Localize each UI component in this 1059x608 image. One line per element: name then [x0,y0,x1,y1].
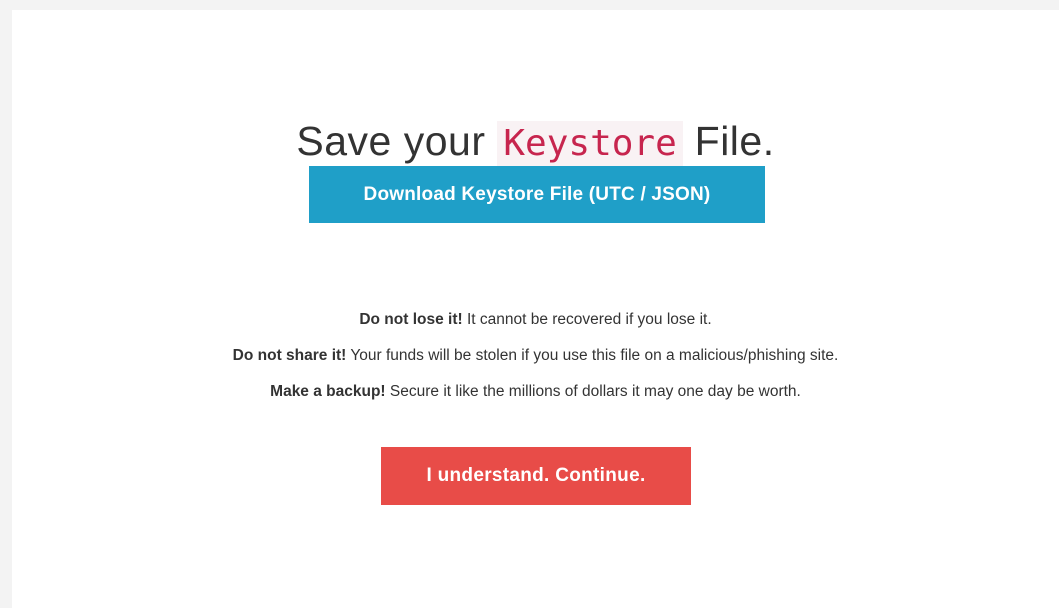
download-keystore-button-label: Download Keystore File (UTC / JSON) [363,183,711,205]
continue-button[interactable]: I understand. Continue. [381,447,691,505]
title-prefix: Save your [296,118,498,165]
warnings-list: Do not lose it! It cannot be recovered i… [12,302,1059,410]
save-keystore-panel: Save your Keystore File. Download Keysto… [12,10,1059,608]
warning-share: Do not share it! Your funds will be stol… [12,338,1059,374]
download-keystore-button[interactable]: Download Keystore File (UTC / JSON) [309,166,765,223]
warning-backup: Make a backup! Secure it like the millio… [12,374,1059,410]
page-title: Save your Keystore File. [12,115,1059,170]
warning-lose-text: It cannot be recovered if you lose it. [462,311,712,328]
warning-backup-text: Secure it like the millions of dollars i… [385,383,801,400]
continue-button-label: I understand. Continue. [426,465,646,486]
title-keystore-highlight: Keystore [497,121,683,167]
warning-lose: Do not lose it! It cannot be recovered i… [12,302,1059,338]
warning-share-text: Your funds will be stolen if you use thi… [346,347,839,364]
warning-backup-bold: Make a backup! [270,383,386,400]
warning-share-bold: Do not share it! [232,347,347,364]
warning-lose-bold: Do not lose it! [359,311,463,328]
title-suffix: File. [682,118,775,165]
